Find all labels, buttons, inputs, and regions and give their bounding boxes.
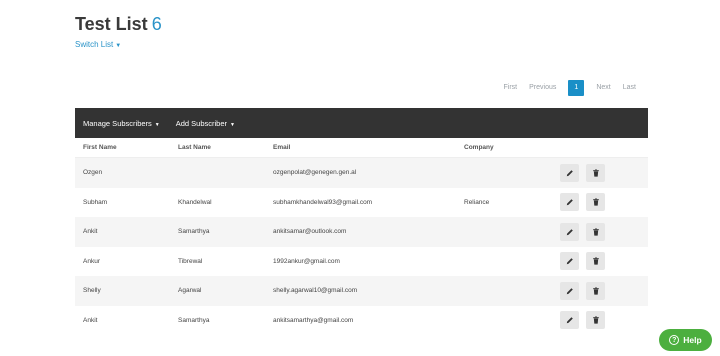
pagination: First Previous 1 Next Last (498, 80, 642, 96)
delete-button[interactable] (586, 163, 605, 182)
add-subscriber-dropdown[interactable]: Add Subscriber ▼ (176, 119, 235, 128)
delete-button[interactable] (586, 222, 605, 241)
delete-button[interactable] (586, 311, 605, 330)
trash-icon (592, 316, 599, 324)
subscriber-toolbar: Manage Subscribers ▼ Add Subscriber ▼ (75, 108, 648, 138)
pagination-last[interactable]: Last (617, 80, 642, 96)
pencil-icon (566, 199, 573, 206)
question-circle-icon: ? (669, 335, 680, 345)
cell-first-name: Ankur (83, 257, 100, 265)
trash-icon (592, 228, 599, 236)
edit-button[interactable] (560, 193, 579, 212)
trash-icon (592, 169, 599, 177)
add-subscriber-label: Add Subscriber (175, 118, 228, 128)
edit-button[interactable] (560, 311, 579, 330)
column-header-company: Company (464, 144, 494, 151)
pencil-icon (566, 169, 573, 176)
delete-button[interactable] (586, 281, 605, 300)
table-row: Ankit Samarthya ankitsamar@outlook.com (75, 217, 648, 247)
column-header-last-name: Last Name (178, 144, 211, 151)
pencil-icon (566, 228, 573, 235)
subscribers-table: First Name Last Name Email Company Ozgen… (75, 138, 648, 335)
pagination-next[interactable]: Next (590, 80, 616, 96)
edit-button[interactable] (560, 281, 579, 300)
page-title: Test List 6 (75, 14, 162, 35)
cell-email: 1992ankur@gmail.com (273, 257, 340, 265)
trash-icon (592, 198, 599, 206)
edit-button[interactable] (560, 222, 579, 241)
caret-down-icon: ▼ (115, 43, 122, 49)
cell-last-name: Samarthya (178, 316, 210, 324)
cell-first-name: Shelly (83, 287, 101, 295)
cell-company: Reliance (464, 198, 490, 206)
edit-button[interactable] (560, 252, 579, 271)
cell-first-name: Ozgen (83, 169, 103, 177)
switch-list-label: Switch List (75, 40, 114, 49)
cell-last-name: Samarthya (178, 228, 210, 236)
cell-first-name: Ankit (83, 228, 98, 236)
edit-button[interactable] (560, 163, 579, 182)
switch-list-dropdown[interactable]: Switch List ▼ (75, 40, 121, 49)
caret-down-icon: ▼ (230, 121, 235, 128)
table-header: First Name Last Name Email Company (75, 138, 648, 158)
caret-down-icon: ▼ (154, 121, 160, 128)
subscriber-count: 6 (151, 14, 162, 34)
cell-first-name: Ankit (83, 316, 98, 324)
delete-button[interactable] (586, 193, 605, 212)
table-row: Ozgen ozgenpolat@genegen.gen.al (75, 158, 648, 188)
cell-first-name: Subham (83, 198, 108, 206)
cell-last-name: Agarwal (178, 287, 202, 295)
help-button[interactable]: ? Help (659, 329, 712, 351)
cell-last-name: Tibrewal (178, 257, 203, 265)
cell-email: ankitsamar@outlook.com (273, 228, 347, 236)
table-row: Ankur Tibrewal 1992ankur@gmail.com (75, 247, 648, 277)
column-header-email: Email (273, 144, 291, 151)
trash-icon (592, 257, 599, 265)
trash-icon (592, 287, 599, 295)
cell-email: ozgenpolat@genegen.gen.al (273, 169, 357, 177)
pagination-previous[interactable]: Previous (523, 80, 562, 96)
cell-last-name: Khandelwal (178, 198, 212, 206)
cell-email: shelly.agarwal10@gmail.com (273, 287, 358, 295)
manage-subscribers-dropdown[interactable]: Manage Subscribers ▼ (83, 119, 160, 128)
help-label: Help (683, 335, 702, 345)
column-header-first-name: First Name (83, 144, 117, 151)
table-row: Ankit Samarthya ankitsamarthya@gmail.com (75, 306, 648, 336)
table-row: Subham Khandelwal subhamkhandelwal93@gma… (75, 188, 648, 218)
pencil-icon (566, 258, 573, 265)
delete-button[interactable] (586, 252, 605, 271)
list-name: Test List (75, 14, 148, 34)
pagination-current-page[interactable]: 1 (568, 80, 585, 96)
pencil-icon (566, 317, 573, 324)
pagination-first[interactable]: First (498, 80, 524, 96)
cell-email: ankitsamarthya@gmail.com (273, 316, 354, 324)
table-row: Shelly Agarwal shelly.agarwal10@gmail.co… (75, 276, 648, 306)
pencil-icon (566, 287, 573, 294)
table-body: Ozgen ozgenpolat@genegen.gen.al Subham K… (75, 158, 648, 335)
manage-subscribers-label: Manage Subscribers (83, 118, 152, 128)
cell-email: subhamkhandelwal93@gmail.com (273, 198, 373, 206)
